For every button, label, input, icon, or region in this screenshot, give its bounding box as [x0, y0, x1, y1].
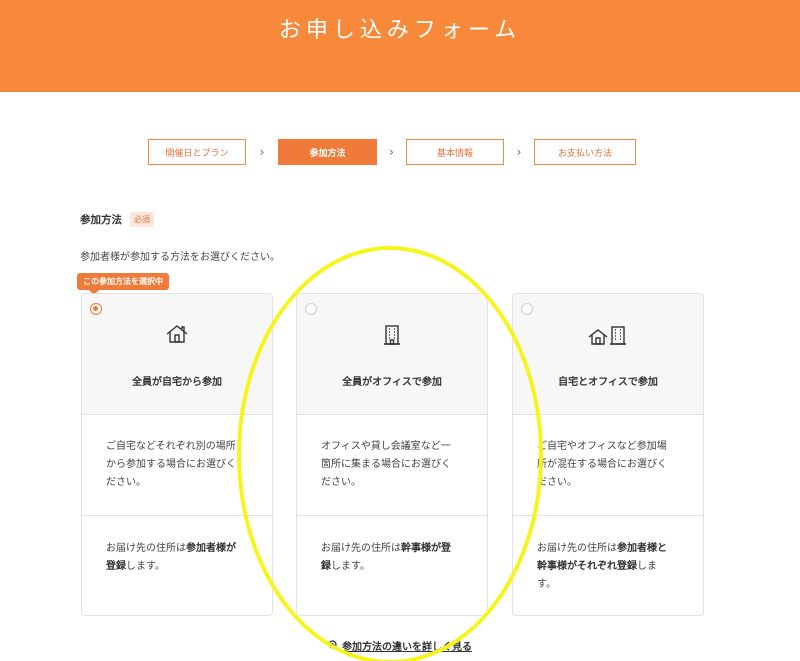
card-icon-wrap — [297, 324, 487, 346]
note-text: しま — [637, 561, 657, 572]
card-description: オフィスや貸し会議室など一 箇所に集まる場合にお選びく ださい。 — [321, 438, 471, 492]
card-divider — [513, 515, 703, 516]
card-header-area — [82, 294, 272, 414]
card-description-line: ださい。 — [106, 477, 146, 488]
radio-office[interactable] — [305, 303, 317, 315]
card-icon-wrap — [82, 324, 272, 344]
card-divider — [297, 414, 487, 415]
card-shipping-note: お届け先の住所は参加者様が登録します。 — [106, 540, 256, 576]
step-date-plan[interactable]: 開催日とプラン — [148, 139, 246, 165]
card-divider — [513, 414, 703, 415]
option-card-mixed[interactable]: 自宅とオフィスで参加 ご自宅やオフィスなど参加場 所が混在する場合にお選びく だ… — [512, 293, 704, 616]
note-bold: 幹事様が登 — [401, 543, 451, 554]
card-description: ご自宅などそれぞれ別の場所 から参加する場合にお選びく ださい。 — [106, 438, 256, 492]
step-separator-icon: › — [389, 145, 394, 159]
card-shipping-note: お届け先の住所は参加者様と幹事様がそれぞれ登録します。 — [537, 540, 687, 594]
house-and-building-icon — [588, 326, 626, 345]
option-card-home[interactable]: 全員が自宅から参加 ご自宅などそれぞれ別の場所 から参加する場合にお選びく ださ… — [81, 293, 273, 616]
card-description-line: 所が混在する場合にお選びく — [537, 459, 667, 470]
card-title: 全員が自宅から参加 — [132, 377, 222, 388]
house-icon — [166, 325, 188, 343]
note-bold: 幹事様がそれぞれ登録 — [537, 561, 637, 572]
note-bold: 参加者様と — [617, 543, 667, 554]
step-payment-method[interactable]: お支払い方法 — [534, 139, 636, 165]
section-title: 参加方法 — [80, 214, 122, 226]
note-bold: 登録 — [106, 561, 126, 572]
card-description-line: ご自宅やオフィスなど参加場 — [537, 441, 667, 452]
card-shipping-note: お届け先の住所は幹事様が登録します。 — [321, 540, 471, 576]
step-separator-icon: › — [259, 145, 265, 159]
page-title: お申し込みフォーム — [278, 18, 522, 43]
card-description-line: ご自宅などそれぞれ別の場所 — [106, 441, 236, 452]
card-description-line: ださい。 — [537, 477, 577, 488]
option-card-office[interactable]: 全員がオフィスで参加 オフィスや貸し会議室など一 箇所に集まる場合にお選びく だ… — [296, 293, 488, 616]
selected-method-badge: この参加方法を選択中 — [77, 273, 169, 295]
card-description: ご自宅やオフィスなど参加場 所が混在する場合にお選びく ださい。 — [537, 438, 687, 492]
radio-mixed[interactable] — [521, 303, 533, 315]
card-header-area — [513, 294, 703, 414]
section-heading: 参加方法 必須 — [80, 212, 154, 227]
step-participation-method[interactable]: 参加方法 — [278, 139, 377, 165]
note-text: します。 — [331, 561, 370, 572]
note-text: お届け先の住所は — [106, 543, 186, 554]
zoom-in-icon — [328, 640, 339, 651]
card-header-area — [297, 294, 487, 414]
card-description-line: 箇所に集まる場合にお選びく — [321, 459, 451, 470]
method-difference-link[interactable]: 参加方法の違いを詳しく見る — [0, 638, 800, 653]
required-badge: 必須 — [130, 212, 154, 227]
section-description: 参加者様が参加する方法をお選びください。 — [80, 252, 280, 263]
card-title: 全員がオフィスで参加 — [342, 377, 442, 388]
note-text: お届け先の住所は — [321, 543, 401, 554]
header-banner: お申し込みフォーム — [0, 0, 800, 92]
card-icon-wrap — [513, 324, 703, 346]
card-description-line: オフィスや貸し会議室など一 — [321, 441, 451, 452]
note-bold: 参加者様が — [186, 543, 236, 554]
radio-home[interactable] — [90, 303, 102, 315]
method-difference-link-text[interactable]: 参加方法の違いを詳しく見る — [342, 638, 472, 653]
card-divider — [82, 414, 272, 415]
office-building-icon — [384, 325, 400, 345]
step-basic-info[interactable]: 基本情報 — [406, 139, 504, 165]
card-description-line: ださい。 — [321, 477, 361, 488]
note-text: お届け先の住所は — [537, 543, 617, 554]
card-divider — [297, 515, 487, 516]
note-bold: 録 — [321, 561, 331, 572]
note-text: します。 — [126, 561, 165, 572]
card-divider — [82, 515, 272, 516]
note-text: す。 — [537, 579, 556, 590]
step-separator-icon: › — [516, 145, 522, 159]
step-indicator: 開催日とプラン › 参加方法 › 基本情報 › お支払い方法 — [148, 139, 636, 165]
card-description-line: から参加する場合にお選びく — [106, 459, 236, 470]
card-title: 自宅とオフィスで参加 — [558, 377, 658, 388]
